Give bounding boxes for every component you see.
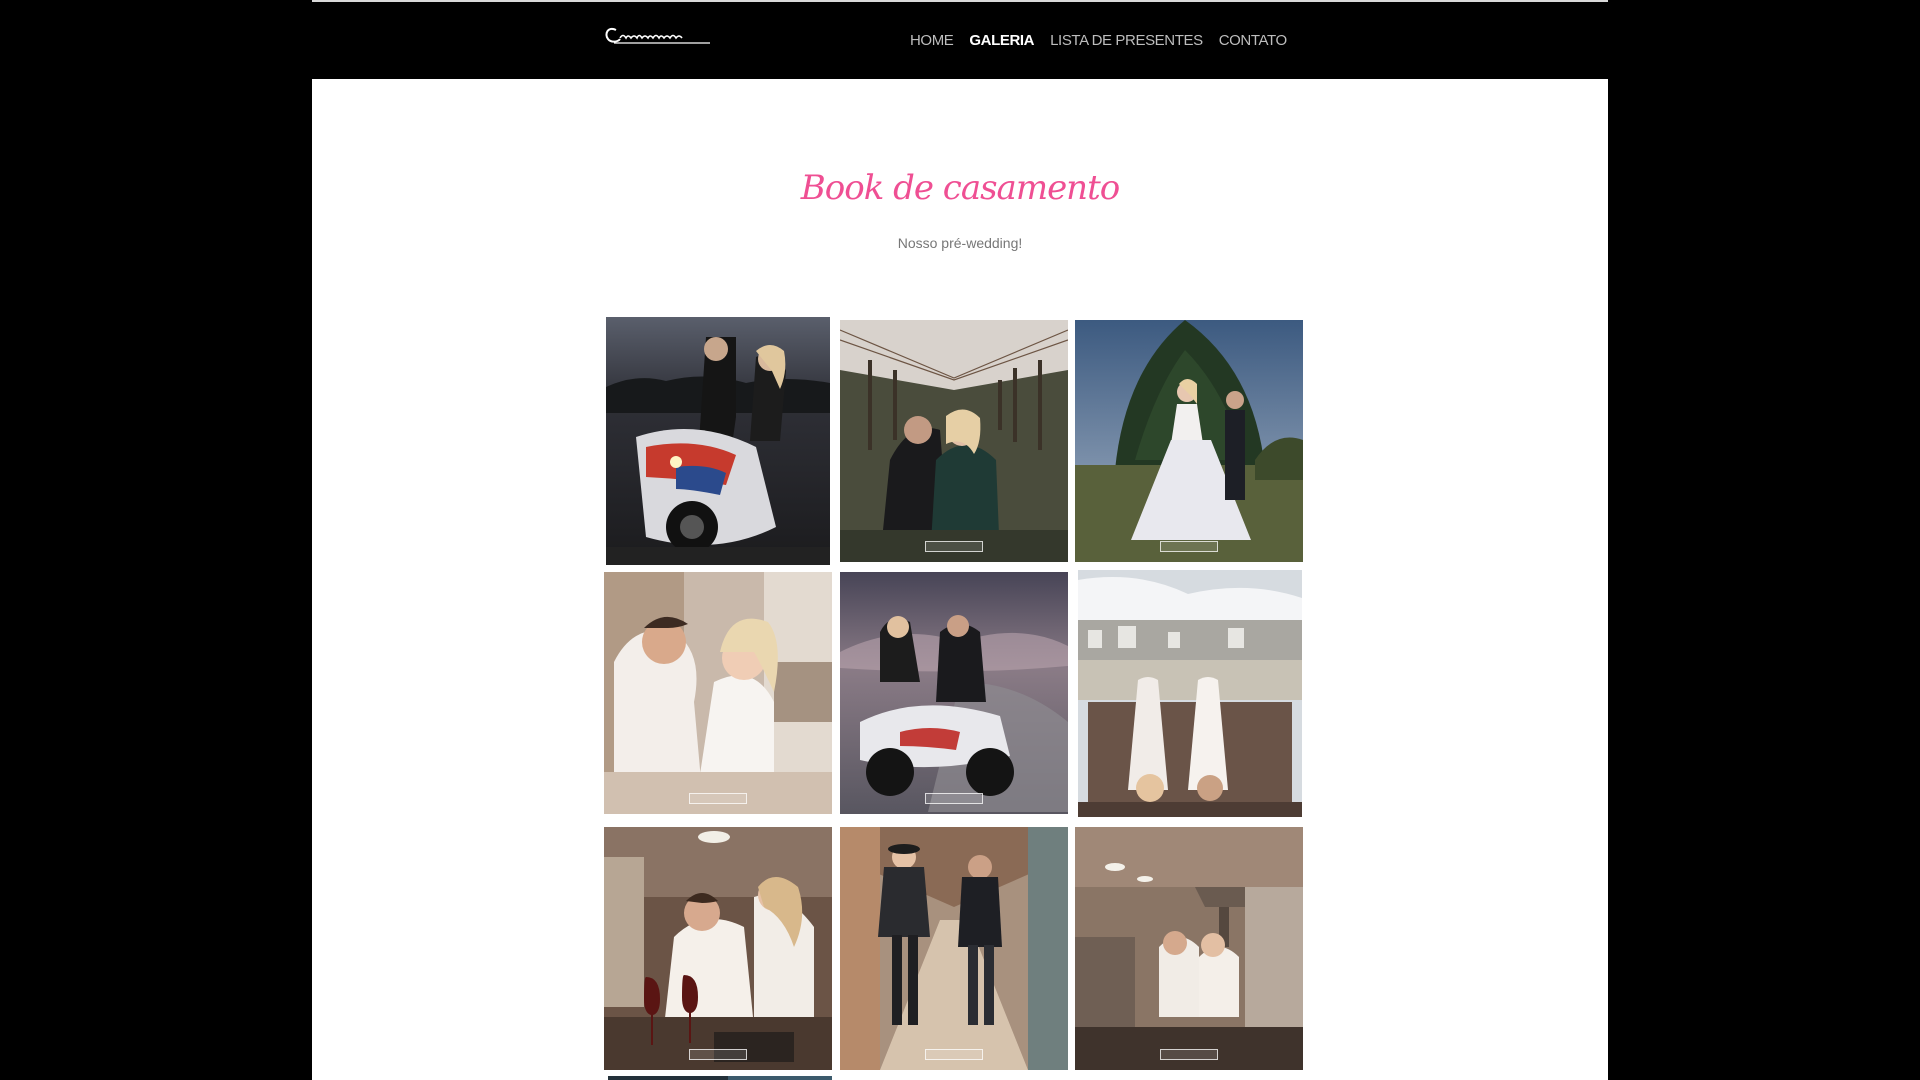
gallery-title: Book de casamento — [800, 168, 1120, 208]
site-logo[interactable] — [602, 24, 712, 48]
gallery-photo-rooftop-sofa[interactable] — [1078, 570, 1302, 817]
logo-script-icon — [605, 28, 710, 44]
gallery-photo-motorcycle-dusk[interactable] — [606, 317, 830, 565]
nav-home[interactable]: HOME — [910, 32, 954, 49]
photo-watermark — [1160, 1049, 1218, 1060]
site-header: HOME GALERIA LISTA DE PRESENTES CONTATO — [312, 2, 1608, 79]
photo-watermark — [689, 793, 747, 804]
gallery-photo-vineyard-couple[interactable] — [840, 320, 1068, 562]
photo-watermark — [925, 541, 983, 552]
nav-contato[interactable]: CONTATO — [1219, 32, 1287, 49]
nav-galeria[interactable]: GALERIA — [969, 32, 1034, 49]
gallery-photo-next-row[interactable] — [608, 1076, 832, 1080]
photo-watermark — [925, 1049, 983, 1060]
gallery-subtitle: Nosso pré-wedding! — [897, 235, 1023, 251]
gallery-photo-corridor-walk[interactable] — [840, 827, 1068, 1070]
gallery-photo-bride-field[interactable] — [1075, 320, 1303, 562]
photo-watermark — [689, 1049, 747, 1060]
photo-watermark — [1160, 541, 1218, 552]
gallery-photo-wine-kitchen[interactable] — [604, 827, 832, 1070]
nav-lista-de-presentes[interactable]: LISTA DE PRESENTES — [1050, 32, 1203, 49]
main-nav: HOME GALERIA LISTA DE PRESENTES CONTATO — [910, 32, 1287, 49]
gallery-photo-kitchen-island[interactable] — [1075, 827, 1303, 1070]
page: HOME GALERIA LISTA DE PRESENTES CONTATO … — [312, 0, 1608, 1080]
gallery-photo-kitchen-embrace[interactable] — [604, 572, 832, 814]
photo-watermark — [925, 793, 983, 804]
gallery-photo-motorcycle-smoke[interactable] — [840, 572, 1068, 814]
